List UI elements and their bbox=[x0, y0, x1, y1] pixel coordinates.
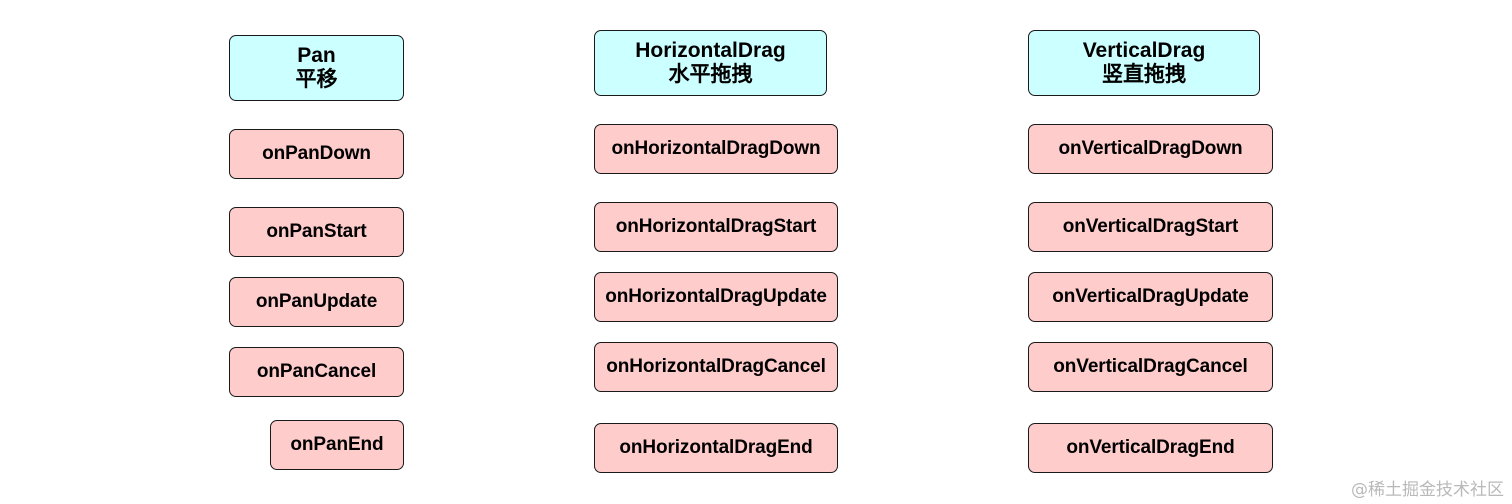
horizontal-drag-subtitle: 水平拖拽 bbox=[668, 63, 753, 86]
event-label: onPanUpdate bbox=[255, 291, 378, 313]
event-box-pan-end: onPanEnd bbox=[270, 420, 404, 470]
event-label: onPanCancel bbox=[256, 361, 377, 383]
event-label: onVerticalDragDown bbox=[1058, 138, 1243, 160]
event-box-pan-update: onPanUpdate bbox=[229, 277, 404, 327]
event-label: onHorizontalDragEnd bbox=[619, 437, 813, 459]
event-box-pan-down: onPanDown bbox=[229, 129, 404, 179]
event-box-pan-cancel: onPanCancel bbox=[229, 347, 404, 397]
event-box-vertical-drag-cancel: onVerticalDragCancel bbox=[1028, 342, 1273, 392]
event-box-vertical-drag-start: onVerticalDragStart bbox=[1028, 202, 1273, 252]
vertical-drag-subtitle: 竖直拖拽 bbox=[1102, 63, 1186, 86]
event-box-pan-start: onPanStart bbox=[229, 207, 404, 257]
event-label: onHorizontalDragUpdate bbox=[605, 286, 827, 308]
horizontal-drag-title: HorizontalDrag bbox=[635, 38, 786, 62]
event-label: onVerticalDragUpdate bbox=[1052, 286, 1249, 308]
event-box-vertical-drag-update: onVerticalDragUpdate bbox=[1028, 272, 1273, 322]
vertical-drag-title: VerticalDrag bbox=[1082, 38, 1206, 62]
event-box-horizontal-drag-cancel: onHorizontalDragCancel bbox=[594, 342, 838, 392]
pan-title: Pan bbox=[297, 43, 336, 67]
event-label: onHorizontalDragStart bbox=[615, 216, 817, 238]
event-box-horizontal-drag-down: onHorizontalDragDown bbox=[594, 124, 838, 174]
vertical-drag-header-box: VerticalDrag 竖直拖拽 bbox=[1028, 30, 1260, 96]
horizontal-drag-header-box: HorizontalDrag 水平拖拽 bbox=[594, 30, 827, 96]
event-label: onPanEnd bbox=[290, 434, 384, 456]
event-box-vertical-drag-end: onVerticalDragEnd bbox=[1028, 423, 1273, 473]
pan-subtitle: 平移 bbox=[295, 68, 338, 91]
event-label: onVerticalDragStart bbox=[1062, 216, 1239, 238]
event-box-horizontal-drag-start: onHorizontalDragStart bbox=[594, 202, 838, 252]
event-box-vertical-drag-down: onVerticalDragDown bbox=[1028, 124, 1273, 174]
event-label: onHorizontalDragCancel bbox=[606, 356, 826, 378]
event-label: onPanStart bbox=[266, 221, 367, 243]
event-label: onVerticalDragEnd bbox=[1066, 437, 1235, 459]
watermark: @稀土掘金技术社区 bbox=[1351, 480, 1504, 500]
pan-header-box: Pan 平移 bbox=[229, 35, 404, 101]
event-label: onHorizontalDragDown bbox=[611, 138, 821, 160]
event-label: onVerticalDragCancel bbox=[1053, 356, 1248, 378]
event-box-horizontal-drag-update: onHorizontalDragUpdate bbox=[594, 272, 838, 322]
event-label: onPanDown bbox=[262, 143, 371, 165]
event-box-horizontal-drag-end: onHorizontalDragEnd bbox=[594, 423, 838, 473]
